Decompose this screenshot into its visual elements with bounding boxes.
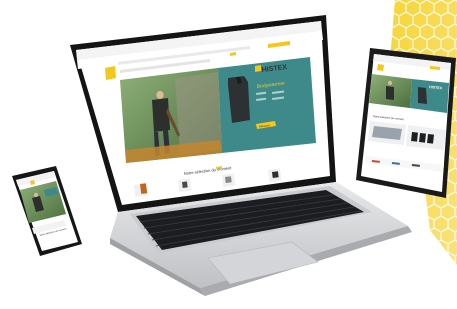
tablet: HISTEX Notre sélection du moment: [356, 48, 456, 198]
device-mockups: HISTEX Bodywarmer Découvrir Notre sélect…: [12, 0, 457, 296]
brand-logo-icon: [255, 65, 261, 72]
site-logo[interactable]: [105, 66, 116, 80]
phone: Notre sélection du moment: [12, 166, 82, 256]
tablet-logo[interactable]: [377, 64, 384, 71]
marketing-composition: HISTEX Bodywarmer Découvrir Notre sélect…: [0, 0, 457, 309]
